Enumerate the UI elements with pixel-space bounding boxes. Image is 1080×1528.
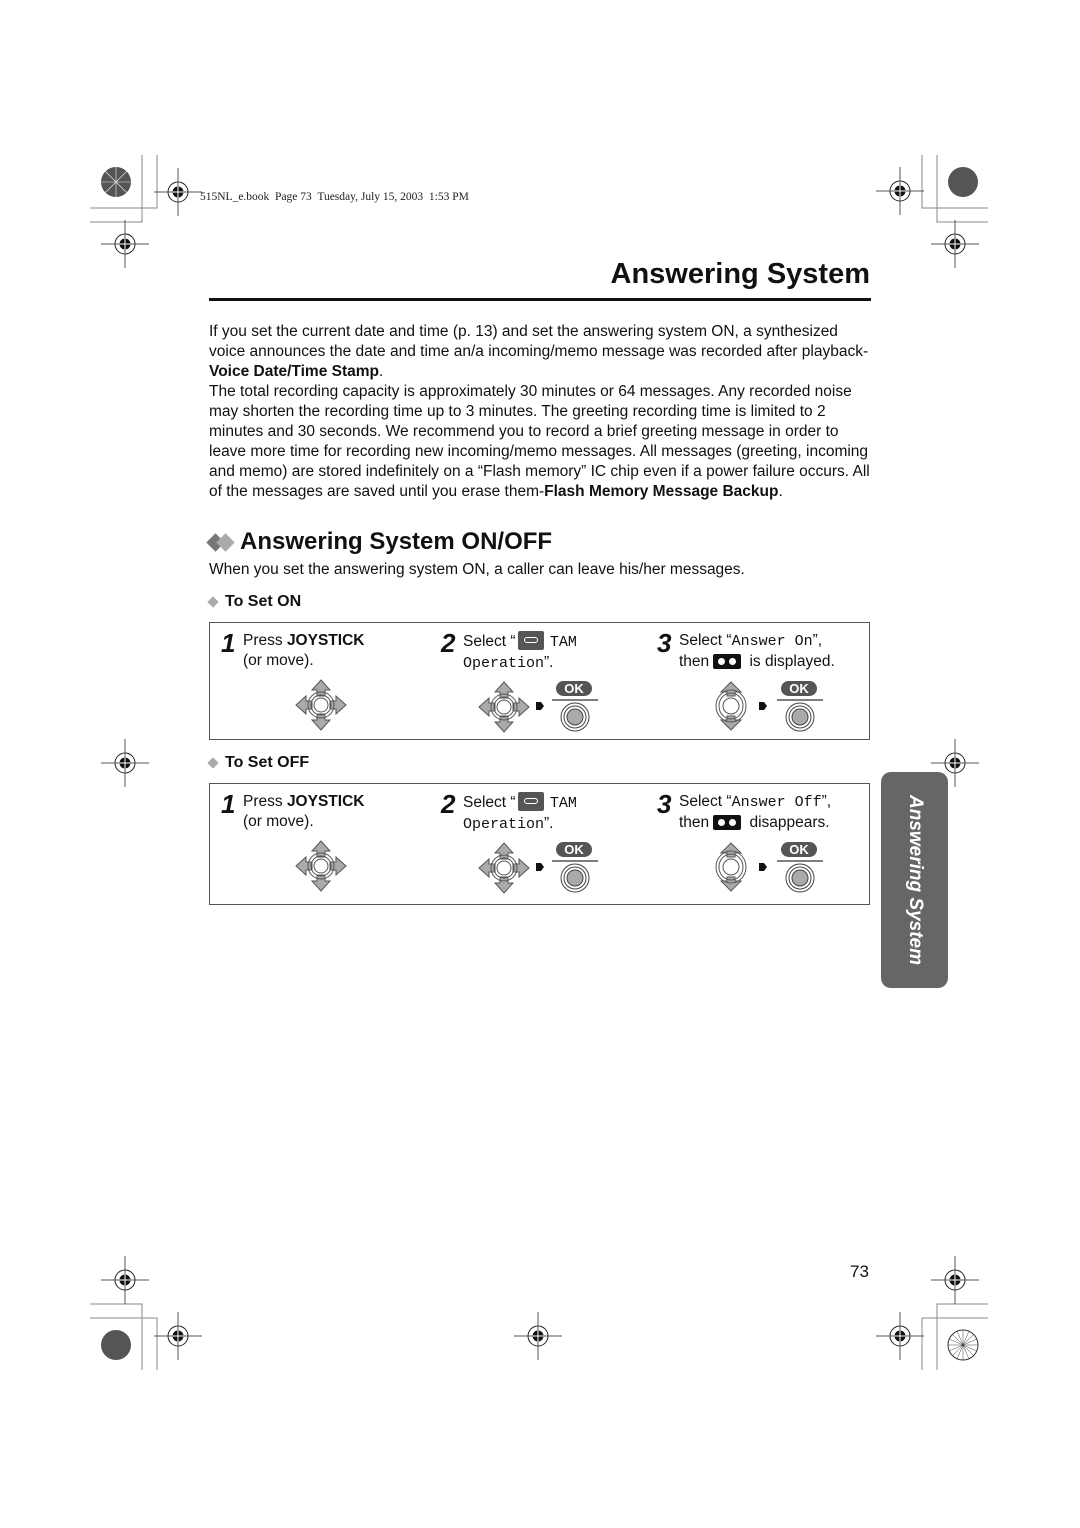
ok-label: OK	[789, 681, 809, 696]
text: (or move).	[243, 652, 314, 669]
answering-machine-icon	[713, 815, 742, 830]
step-number: 2	[441, 789, 456, 819]
subheading-set-on: To Set ON	[207, 593, 302, 611]
step-number: 3	[657, 628, 672, 658]
key-name: JOYSTICK	[286, 632, 365, 649]
arrow-right-icon	[536, 702, 544, 710]
joystick-4way-icon	[295, 840, 347, 892]
intro-paragraph-2: The total recording capacity is approxim…	[209, 382, 874, 502]
subheading-set-off: To Set OFF	[207, 754, 310, 772]
menu-item-text: Operation	[463, 816, 545, 833]
section-intro: When you set the answering system ON, a …	[209, 561, 745, 578]
arrow-right-icon	[759, 863, 767, 871]
step-instruction: Select “Answer On”, then is displayed.	[679, 631, 835, 672]
print-header-meta: 515NL_e.book Page 73 Tuesday, July 15, 2…	[200, 191, 469, 203]
ok-button-icon: OK	[551, 679, 600, 740]
subheading-text: To Set OFF	[225, 754, 310, 771]
page-number: 73	[850, 1262, 869, 1281]
step-number: 3	[657, 789, 672, 819]
step-instruction: Select “ TAM Operation”.	[463, 631, 577, 674]
ok-label: OK	[564, 842, 584, 857]
procedure-box-set-off: 1 Press JOYSTICK (or move). 2 Select “ T…	[209, 783, 870, 905]
text: Press	[243, 632, 287, 649]
step-instruction: Press JOYSTICK (or move).	[243, 631, 364, 671]
title-divider	[209, 298, 871, 301]
feature-name: Flash Memory Message Backup	[544, 483, 779, 500]
color-target-top-right	[948, 167, 978, 197]
step-number: 1	[221, 789, 236, 819]
chapter-tab-label: Answering System	[904, 795, 926, 965]
key-name: JOYSTICK	[286, 793, 365, 810]
ok-button-icon: OK	[551, 840, 600, 901]
ok-label: OK	[789, 842, 809, 857]
registration-mark	[513, 1311, 563, 1361]
text: then	[679, 653, 710, 670]
step-instruction: Press JOYSTICK (or move).	[243, 792, 364, 832]
diamond-icon	[207, 757, 219, 769]
section-heading: Answering System ON/OFF	[206, 528, 553, 556]
subheading-text: To Set ON	[225, 593, 302, 610]
step-number: 2	[441, 628, 456, 658]
tam-icon	[517, 792, 544, 811]
ok-button-icon: OK	[776, 840, 825, 901]
intro-paragraph-1: If you set the current date and time (p.…	[209, 322, 874, 382]
joystick-4way-icon	[295, 679, 347, 731]
text: ”,	[812, 632, 823, 649]
menu-item-text: Answer Off	[731, 794, 822, 811]
registration-mark	[875, 166, 925, 216]
text: disappears.	[749, 814, 830, 831]
tam-icon	[517, 631, 544, 650]
registration-mark	[100, 219, 150, 269]
procedure-box-set-on: 1 Press JOYSTICK (or move). 2 Select “ T…	[209, 622, 870, 740]
ok-label: OK	[564, 681, 584, 696]
registration-mark	[153, 1311, 203, 1361]
text: is displayed.	[749, 653, 835, 670]
joystick-4way-icon	[478, 681, 530, 733]
menu-item-text: Answer On	[731, 633, 813, 650]
menu-item-text: Operation	[463, 655, 545, 672]
menu-item-text: TAM	[549, 634, 577, 651]
arrow-right-icon	[759, 702, 767, 710]
punctuation: .	[778, 483, 783, 500]
joystick-updown-icon	[715, 842, 747, 892]
arrow-right-icon	[536, 863, 544, 871]
registration-mark	[930, 1255, 980, 1305]
text: Select “	[463, 794, 516, 811]
registration-mark	[100, 1255, 150, 1305]
punctuation: .	[379, 363, 384, 380]
text: ”.	[544, 815, 554, 832]
text: Select “	[679, 632, 732, 649]
feature-name: Voice Date/Time Stamp	[209, 363, 379, 380]
text: Select “	[679, 793, 732, 810]
step-instruction: Select “ TAM Operation”.	[463, 792, 577, 835]
color-target-bottom-left	[101, 1330, 131, 1360]
step-number: 1	[221, 628, 236, 658]
page-title: Answering System	[610, 258, 870, 290]
text: then	[679, 814, 710, 831]
step-instruction: Select “Answer Off”, then disappears.	[679, 792, 831, 833]
text: (or move).	[243, 813, 314, 830]
intro-text: If you set the current date and time (p.…	[209, 323, 869, 360]
ok-button-icon: OK	[776, 679, 825, 740]
radial-pattern-top-left	[101, 167, 131, 197]
registration-mark	[875, 1311, 925, 1361]
text: Select “	[463, 633, 516, 650]
registration-mark	[100, 738, 150, 788]
text: Press	[243, 793, 287, 810]
chapter-side-tab: Answering System	[881, 772, 948, 988]
menu-item-text: TAM	[549, 795, 577, 812]
joystick-4way-icon	[478, 842, 530, 894]
text: ”,	[821, 793, 832, 810]
answering-machine-icon	[713, 654, 742, 669]
print-marks	[90, 155, 988, 1370]
section-title-text: Answering System ON/OFF	[240, 528, 553, 555]
text: ”.	[544, 654, 554, 671]
double-diamond-icon	[206, 532, 235, 552]
joystick-updown-icon	[715, 681, 747, 731]
diamond-icon	[207, 596, 219, 608]
registration-mark	[930, 219, 980, 269]
registration-mark	[153, 167, 203, 217]
